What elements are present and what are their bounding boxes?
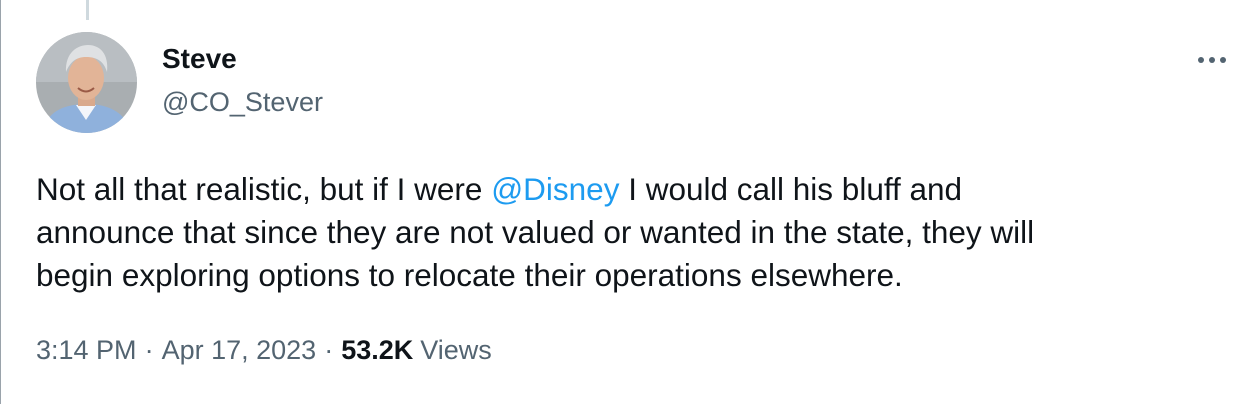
tweet-time[interactable]: 3:14 PM xyxy=(36,335,137,365)
tweet-text-line-3: begin exploring options to relocate thei… xyxy=(36,257,903,293)
views-label[interactable]: Views xyxy=(420,335,492,365)
avatar-photo xyxy=(36,32,137,133)
meta-separator: · xyxy=(144,335,154,365)
tweet-metadata: 3:14 PM · Apr 17, 2023 · 53.2K Views xyxy=(36,334,492,366)
tweet-text-line-1: Not all that realistic, but if I were @D… xyxy=(36,168,1236,211)
tweet-text-line-2: announce that since they are not valued … xyxy=(36,214,1035,250)
meta-separator: · xyxy=(324,335,334,365)
more-options-button[interactable] xyxy=(1192,44,1232,76)
mention-link[interactable]: @Disney xyxy=(491,171,619,207)
tweet-date[interactable]: Apr 17, 2023 xyxy=(162,335,317,365)
avatar[interactable] xyxy=(36,32,137,133)
views-count[interactable]: 53.2K xyxy=(341,335,413,365)
tweet-text: Not all that realistic, but if I were @D… xyxy=(36,168,1236,297)
tweet-text-segment: I would call his bluff and xyxy=(619,171,963,207)
author-handle[interactable]: @CO_Stever xyxy=(162,86,323,118)
left-border xyxy=(0,0,1,404)
tweet-text-segment: Not all that realistic, but if I were xyxy=(36,171,492,207)
thread-connector-line xyxy=(86,0,89,20)
author-display-name[interactable]: Steve xyxy=(162,42,237,76)
more-horizontal-icon xyxy=(1198,57,1226,63)
